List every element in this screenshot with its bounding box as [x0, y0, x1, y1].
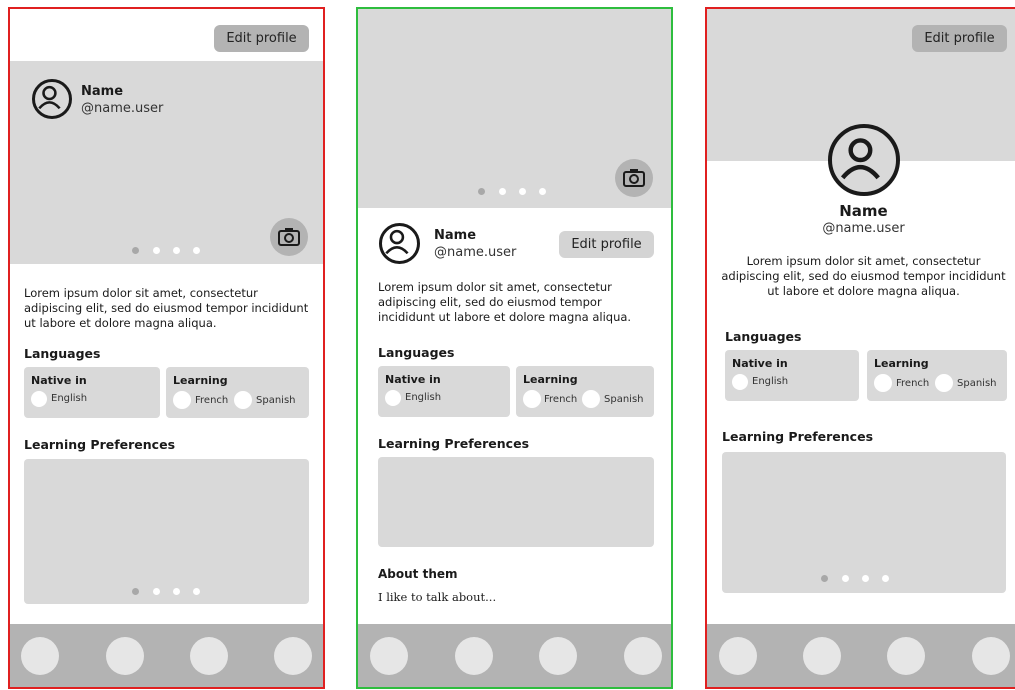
- bottom-nav-bar: [358, 624, 671, 687]
- learning-language-label: French: [195, 395, 229, 406]
- bottom-nav-bar: [707, 624, 1015, 687]
- carousel-dot[interactable]: [173, 588, 180, 595]
- nav-circle-icon[interactable]: [624, 637, 662, 675]
- avatar-icon: [828, 124, 900, 196]
- languages-heading: Languages: [725, 329, 802, 344]
- profile-bio: Lorem ipsum dolor sit amet, consectetur …: [721, 254, 1006, 298]
- carousel-dot[interactable]: [882, 575, 889, 582]
- native-card-title: Native in: [385, 373, 441, 386]
- avatar-icon: [32, 79, 72, 119]
- native-language-card: Native in English: [378, 366, 510, 417]
- carousel-dot[interactable]: [132, 588, 139, 595]
- nav-circle-icon[interactable]: [972, 637, 1010, 675]
- carousel-dot[interactable]: [519, 188, 526, 195]
- learning-card-title: Learning: [874, 357, 929, 370]
- languages-heading: Languages: [378, 345, 455, 360]
- learning-language-card: Learning French Spanish: [867, 350, 1007, 401]
- carousel-dot[interactable]: [539, 188, 546, 195]
- nav-circle-icon[interactable]: [803, 637, 841, 675]
- edit-profile-button[interactable]: Edit profile: [214, 25, 309, 52]
- learning-card-title: Learning: [523, 373, 578, 386]
- learning-language-card: Learning French Spanish: [166, 367, 309, 418]
- nav-circle-icon[interactable]: [887, 637, 925, 675]
- native-language-label: English: [51, 393, 88, 404]
- nav-circle-icon[interactable]: [719, 637, 757, 675]
- bottom-nav-bar: [10, 624, 323, 687]
- nav-circle-icon[interactable]: [455, 637, 493, 675]
- learning-preferences-heading: Learning Preferences: [722, 429, 874, 444]
- camera-icon[interactable]: [270, 218, 308, 256]
- languages-heading: Languages: [24, 346, 101, 361]
- about-text: I like to talk about...: [378, 590, 497, 604]
- edit-profile-button[interactable]: Edit profile: [559, 231, 654, 258]
- carousel-dot[interactable]: [153, 588, 160, 595]
- nav-circle-icon[interactable]: [21, 637, 59, 675]
- profile-handle: @name.user: [434, 245, 517, 260]
- edit-profile-button[interactable]: Edit profile: [912, 25, 1007, 52]
- carousel-dot[interactable]: [132, 247, 139, 254]
- carousel-dot[interactable]: [499, 188, 506, 195]
- carousel-dot[interactable]: [193, 247, 200, 254]
- language-flag-icon: [523, 390, 541, 408]
- learning-preferences-heading: Learning Preferences: [378, 436, 530, 451]
- language-flag-icon: [732, 374, 748, 390]
- carousel-dot[interactable]: [153, 247, 160, 254]
- carousel-dot[interactable]: [173, 247, 180, 254]
- profile-frame-3: Edit profile Name @name.user Lorem ipsum…: [705, 7, 1015, 689]
- learning-language-label: Spanish: [957, 378, 997, 389]
- language-flag-icon: [234, 391, 252, 409]
- learning-language-label: Spanish: [604, 394, 644, 405]
- language-flag-icon: [874, 374, 892, 392]
- profile-handle: @name.user: [81, 101, 164, 116]
- carousel-dot[interactable]: [862, 575, 869, 582]
- avatar-icon: [379, 223, 420, 264]
- nav-circle-icon[interactable]: [370, 637, 408, 675]
- profile-bio: Lorem ipsum dolor sit amet, consectetur …: [378, 280, 632, 324]
- language-flag-icon: [582, 390, 600, 408]
- nav-circle-icon[interactable]: [190, 637, 228, 675]
- profile-name: Name: [81, 84, 124, 99]
- profile-name: Name: [839, 202, 888, 220]
- carousel-dot[interactable]: [821, 575, 828, 582]
- language-flag-icon: [173, 391, 191, 409]
- native-language-card: Native in English: [725, 350, 859, 401]
- learning-language-label: Spanish: [256, 395, 296, 406]
- learning-card-title: Learning: [173, 374, 228, 387]
- native-card-title: Native in: [31, 374, 87, 387]
- native-language-label: English: [752, 376, 789, 387]
- profile-frame-2: Name @name.user Edit profile Lorem ipsum…: [356, 7, 673, 689]
- nav-circle-icon[interactable]: [274, 637, 312, 675]
- native-card-title: Native in: [732, 357, 788, 370]
- learning-language-card: Learning French Spanish: [516, 366, 654, 417]
- learning-language-label: French: [896, 378, 930, 389]
- carousel-dot[interactable]: [193, 588, 200, 595]
- profile-handle: @name.user: [822, 221, 905, 236]
- profile-frame-1: Edit profile Name @name.user Lorem ipsum…: [8, 7, 325, 689]
- profile-name: Name: [434, 228, 477, 243]
- nav-circle-icon[interactable]: [106, 637, 144, 675]
- carousel-dot[interactable]: [478, 188, 485, 195]
- language-flag-icon: [385, 390, 401, 406]
- learning-preferences-carousel[interactable]: [24, 459, 309, 604]
- learning-preferences-heading: Learning Preferences: [24, 437, 176, 452]
- profile-bio: Lorem ipsum dolor sit amet, consectetur …: [24, 286, 309, 330]
- learning-language-label: French: [544, 394, 578, 405]
- language-flag-icon: [31, 391, 47, 407]
- native-language-card: Native in English: [24, 367, 160, 418]
- about-heading: About them: [378, 567, 458, 581]
- learning-preferences-carousel[interactable]: [722, 452, 1006, 593]
- camera-icon[interactable]: [615, 159, 653, 197]
- nav-circle-icon[interactable]: [539, 637, 577, 675]
- carousel-dot[interactable]: [842, 575, 849, 582]
- native-language-label: English: [405, 392, 442, 403]
- language-flag-icon: [935, 374, 953, 392]
- learning-preferences-box[interactable]: [378, 457, 654, 547]
